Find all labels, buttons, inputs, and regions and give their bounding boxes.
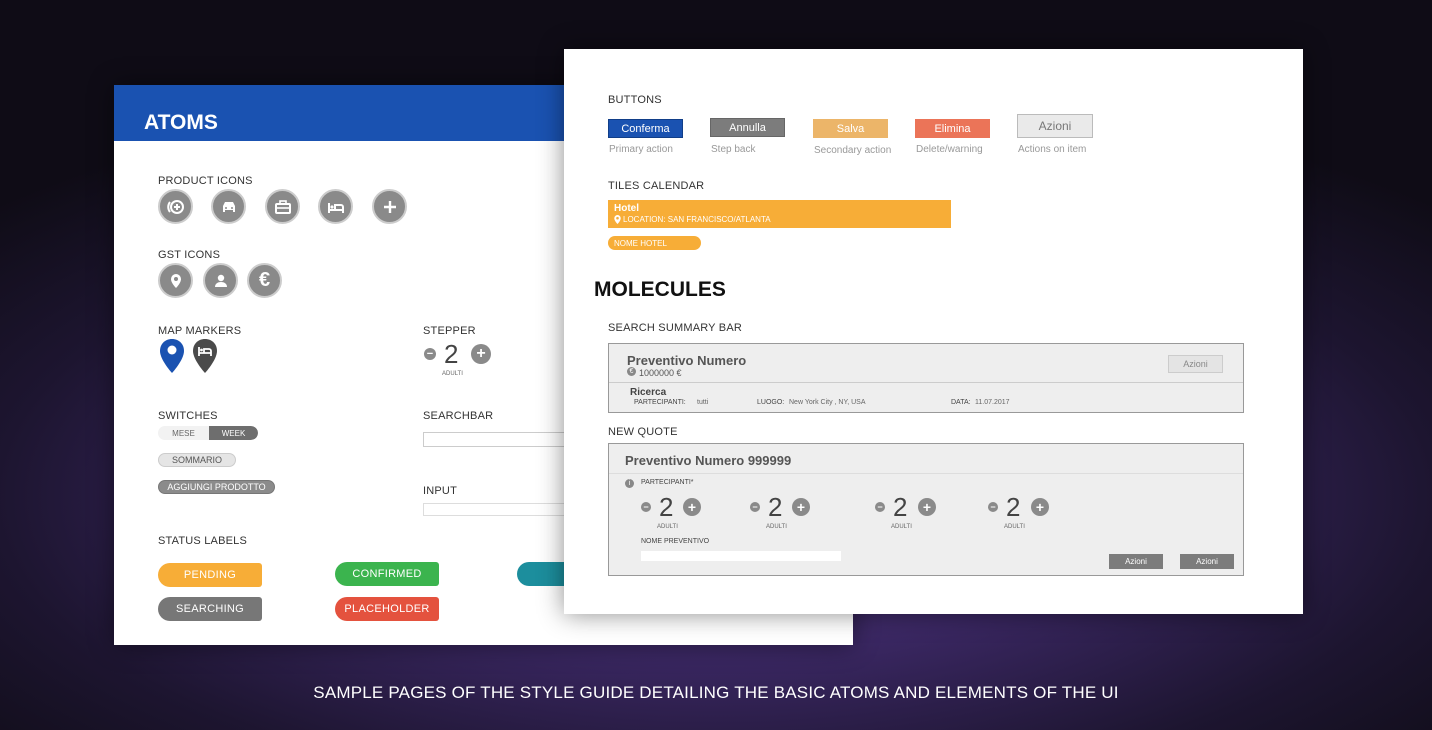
map-markers-label: MAP MARKERS — [158, 325, 242, 337]
location-pin-icon — [158, 263, 193, 298]
nome-hotel-pill[interactable]: NOME HOTEL — [608, 236, 701, 250]
summary-amount: 1000000 € — [639, 368, 682, 378]
euro-small-icon: € — [627, 367, 636, 376]
quote-stepper-3-plus[interactable]: + — [918, 498, 936, 516]
status-labels-label: STATUS LABELS — [158, 535, 247, 547]
quote-stepper-2-caption: ADULTI — [766, 524, 787, 530]
quote-stepper-1-caption: ADULTI — [657, 524, 678, 530]
secondary-action-caption: Secondary action — [814, 145, 892, 156]
quote-stepper-4-plus[interactable]: + — [1031, 498, 1049, 516]
data-label: DATA: — [951, 399, 971, 406]
input-label: INPUT — [423, 485, 457, 497]
gst-icons-label: GST ICONS — [158, 249, 221, 261]
hotel-tile[interactable]: Hotel LOCATION: SAN FRANCISCO/ATLANTA — [608, 200, 951, 228]
delete-warning-caption: Delete/warning — [916, 144, 983, 155]
tiles-calendar-label: TILES CALENDAR — [608, 180, 705, 192]
tile-title: Hotel — [614, 203, 639, 214]
data-value: 11.07.2017 — [975, 399, 1010, 406]
quote-stepper-1-plus[interactable]: + — [683, 498, 701, 516]
toggle-week[interactable]: WEEK — [209, 426, 258, 440]
molecules-title: MOLECULES — [594, 278, 726, 301]
luogo-value: New York City , NY, USA — [789, 399, 866, 406]
quote-stepper-2-value: 2 — [768, 492, 783, 522]
stepper-minus-button[interactable]: − — [424, 348, 436, 360]
search-summary-bar-label: SEARCH SUMMARY BAR — [608, 322, 742, 334]
plus-icon — [372, 189, 407, 224]
quote-stepper-1-value: 2 — [659, 492, 674, 522]
new-quote-divider — [609, 473, 1243, 474]
text-input[interactable] — [423, 503, 573, 516]
aggiungi-prodotto-pill[interactable]: AGGIUNGI PRODOTTO — [158, 480, 275, 494]
new-quote-label: NEW QUOTE — [608, 426, 678, 438]
annulla-button[interactable]: Annulla — [710, 118, 785, 137]
stepper-caption: ADULTI — [442, 371, 463, 377]
partecipanti-label: PARTECIPANTI: — [634, 399, 686, 406]
conferma-button[interactable]: Conferma — [608, 119, 683, 138]
toggle-mese[interactable]: MESE — [158, 426, 209, 440]
quote-stepper-4-value: 2 — [1006, 492, 1021, 522]
euro-icon: € — [247, 263, 282, 298]
nome-preventivo-label: NOME PREVENTIVO — [641, 538, 710, 545]
stepper-value: 2 — [444, 339, 459, 369]
quote-stepper-3-minus[interactable]: − — [875, 502, 885, 512]
switches-label: SWITCHES — [158, 410, 218, 422]
quote-stepper-2-minus[interactable]: − — [750, 502, 760, 512]
info-icon: i — [625, 479, 634, 488]
tile-location-icon — [614, 215, 621, 224]
buttons-label: BUTTONS — [608, 94, 662, 106]
new-quote-azioni-button-1[interactable]: Azioni — [1109, 554, 1163, 569]
partecipanti-value: tutti — [697, 399, 709, 406]
salva-button[interactable]: Salva — [813, 119, 888, 138]
sommario-pill[interactable]: SOMMARIO — [158, 453, 236, 467]
searchbar-input[interactable] — [423, 432, 573, 447]
flight-plus-icon — [158, 189, 193, 224]
briefcase-icon — [265, 189, 300, 224]
search-summary-bar: Preventivo Numero € 1000000 € Azioni Ric… — [608, 343, 1244, 413]
atoms-title: ATOMS — [144, 111, 218, 134]
elimina-button[interactable]: Elimina — [915, 119, 990, 138]
quote-stepper-3-value: 2 — [893, 492, 908, 522]
product-icons-label: PRODUCT ICONS — [158, 175, 253, 187]
quote-stepper-4-caption: ADULTI — [1004, 524, 1025, 530]
searchbar-label: SEARCHBAR — [423, 410, 494, 422]
quote-stepper-2-plus[interactable]: + — [792, 498, 810, 516]
status-placeholder: PLACEHOLDER — [335, 597, 439, 621]
new-quote-title: Preventivo Numero 999999 — [625, 453, 792, 468]
status-searching: SEARCHING — [158, 597, 262, 621]
summary-azioni-button[interactable]: Azioni — [1168, 355, 1223, 373]
mese-week-toggle[interactable]: MESE WEEK — [158, 426, 258, 440]
page-caption: SAMPLE PAGES OF THE STYLE GUIDE DETAILIN… — [313, 683, 1119, 702]
step-back-caption: Step back — [711, 144, 756, 155]
new-quote-panel: Preventivo Numero 999999 i PARTECIPANTI*… — [608, 443, 1244, 576]
stepper-label: STEPPER — [423, 325, 476, 337]
summary-title: Preventivo Numero — [627, 353, 747, 368]
azioni-button[interactable]: Azioni — [1017, 114, 1093, 138]
ricerca-label: Ricerca — [630, 387, 667, 398]
nome-preventivo-input[interactable] — [641, 551, 841, 561]
blue-location-marker-icon — [160, 339, 184, 373]
car-icon — [211, 189, 246, 224]
luogo-label: LUOGO: — [757, 399, 785, 406]
bed-icon — [318, 189, 353, 224]
person-icon — [203, 263, 238, 298]
stepper-plus-button[interactable]: + — [471, 344, 491, 364]
quote-stepper-3-caption: ADULTI — [891, 524, 912, 530]
primary-action-caption: Primary action — [609, 144, 673, 155]
quote-stepper-4-minus[interactable]: − — [988, 502, 998, 512]
partecipanti-required-label: PARTECIPANTI* — [641, 479, 694, 486]
hotel-marker-icon — [193, 339, 217, 373]
quote-stepper-1-minus[interactable]: − — [641, 502, 651, 512]
actions-on-item-caption: Actions on item — [1018, 144, 1087, 155]
status-confirmed: CONFIRMED — [335, 562, 439, 586]
new-quote-azioni-button-2[interactable]: Azioni — [1180, 554, 1234, 569]
summary-divider — [609, 382, 1243, 383]
status-pending: PENDING — [158, 563, 262, 587]
tile-location: LOCATION: SAN FRANCISCO/ATLANTA — [623, 215, 771, 224]
molecules-page: BUTTONS Conferma Primary action Annulla … — [564, 49, 1303, 614]
